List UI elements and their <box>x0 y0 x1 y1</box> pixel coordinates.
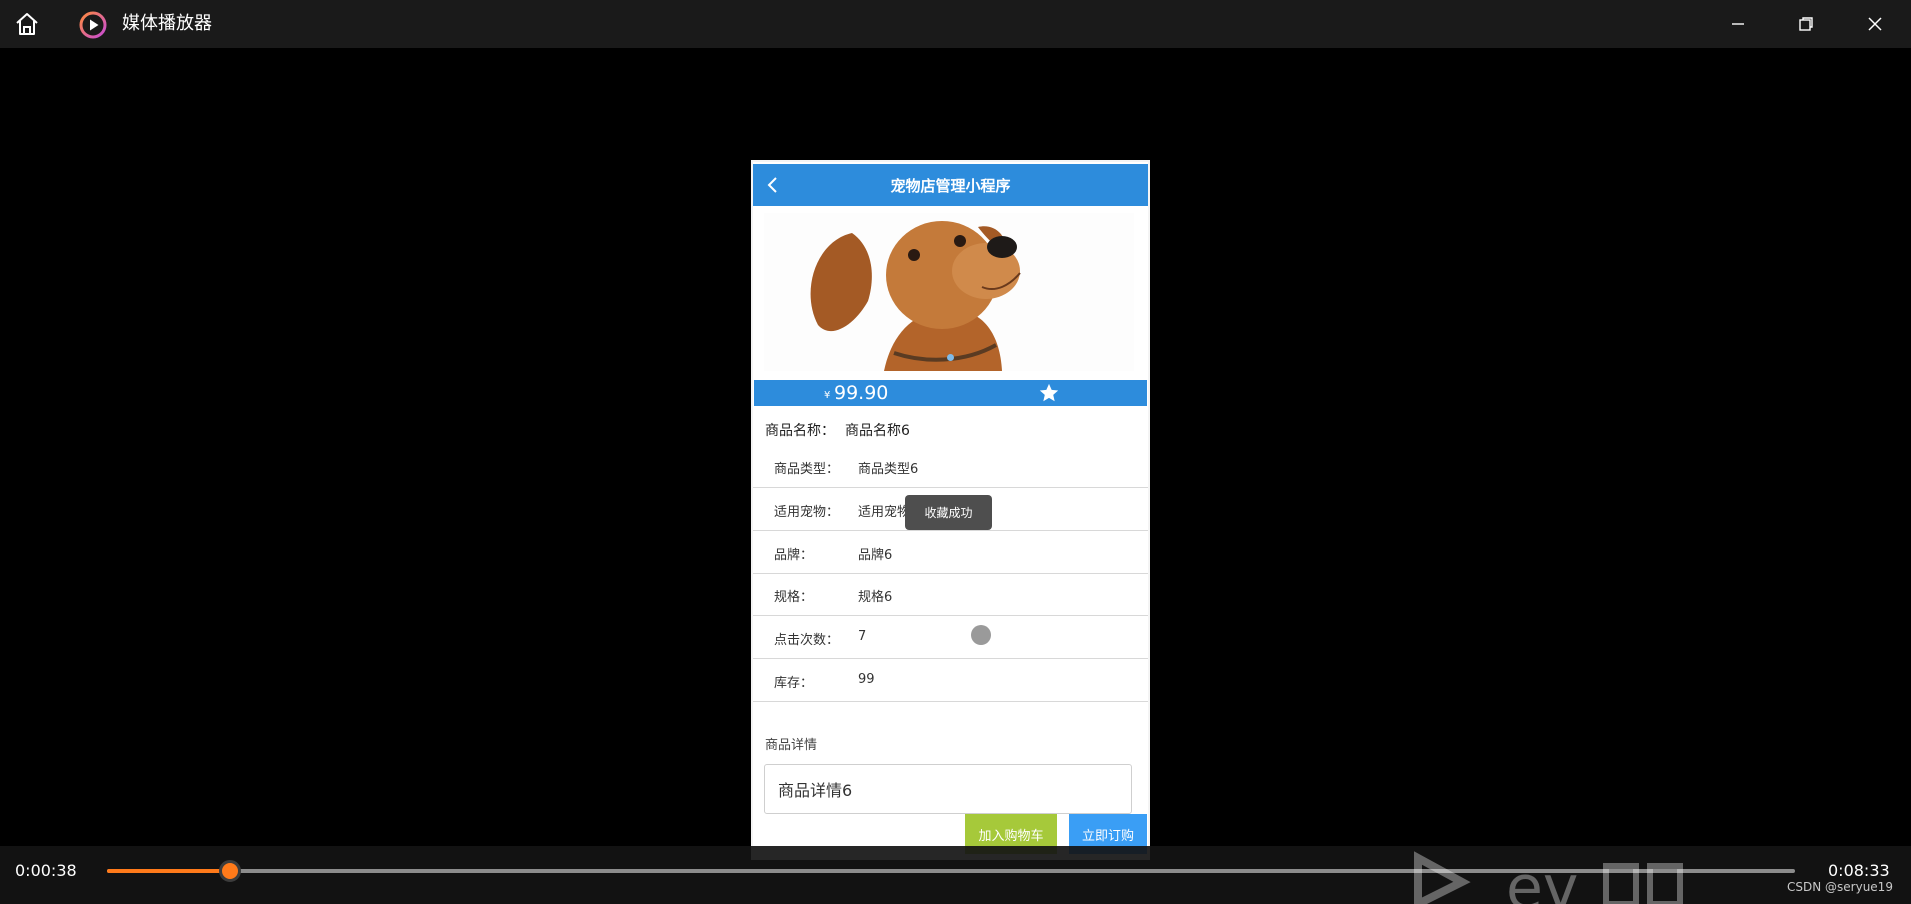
attr-row: 库存： 99 <box>753 660 1148 702</box>
minimize-icon <box>1732 23 1744 25</box>
product-price: 99.90 <box>834 382 889 404</box>
attr-value: 品牌6 <box>858 548 893 563</box>
detail-title: 商品详情 <box>765 738 818 753</box>
attr-key: 规格： <box>774 590 814 605</box>
svg-text:ev: ev <box>1506 853 1578 904</box>
home-button[interactable] <box>12 10 42 38</box>
attr-row: 点击次数： 7 <box>753 617 1148 659</box>
attr-row: 规格： 规格6 <box>753 574 1148 616</box>
restore-button[interactable] <box>1782 8 1830 40</box>
favorite-star-icon[interactable] <box>1038 382 1060 404</box>
attr-row: 品牌： 品牌6 <box>753 532 1148 574</box>
product-image-carousel[interactable] <box>764 213 1134 371</box>
attr-key: 适用宠物： <box>774 505 840 520</box>
attr-key: 库存： <box>774 676 814 691</box>
close-icon <box>1868 17 1882 31</box>
mouse-cursor-indicator <box>971 625 991 645</box>
attr-value: 99 <box>858 672 875 687</box>
price-bar: ¥ 99.90 <box>754 380 1147 406</box>
product-name-label: 商品名称： <box>765 423 835 439</box>
attr-key: 品牌： <box>774 548 814 563</box>
toast-message: 收藏成功 <box>905 495 992 530</box>
detail-content: 商品详情6 <box>764 764 1132 814</box>
app-title: 宠物店管理小程序 <box>890 177 1011 195</box>
progress-fill <box>107 869 231 873</box>
total-time: 0:08:33 <box>1828 861 1890 880</box>
close-button[interactable] <box>1851 8 1899 40</box>
attr-key: 商品类型： <box>774 462 840 477</box>
current-time: 0:00:38 <box>15 861 77 880</box>
currency-symbol: ¥ <box>824 390 831 401</box>
attr-value: 规格6 <box>858 590 893 605</box>
product-name: 商品名称6 <box>845 423 910 439</box>
ev-watermark-logo: ev <box>1414 851 1683 904</box>
attr-value: 商品类型6 <box>858 462 919 477</box>
minimize-button[interactable] <box>1714 8 1762 40</box>
attr-key: 点击次数： <box>774 633 840 648</box>
restore-icon <box>1799 17 1813 31</box>
window-title: 媒体播放器 <box>122 13 212 34</box>
attr-row: 商品类型： 商品类型6 <box>753 446 1148 488</box>
progress-thumb[interactable] <box>219 860 242 882</box>
product-name-row: 商品名称： 商品名称6 <box>765 420 910 440</box>
attr-value: 7 <box>858 629 867 644</box>
app-header: 宠物店管理小程序 <box>753 164 1148 206</box>
window-titlebar: 媒体播放器 <box>0 0 1911 48</box>
play-logo-icon <box>79 11 107 39</box>
dog-photo <box>764 213 1134 371</box>
home-icon <box>16 13 38 35</box>
carousel-indicator[interactable] <box>947 354 954 361</box>
credit-watermark: CSDN @seryue19 <box>1787 880 1893 894</box>
